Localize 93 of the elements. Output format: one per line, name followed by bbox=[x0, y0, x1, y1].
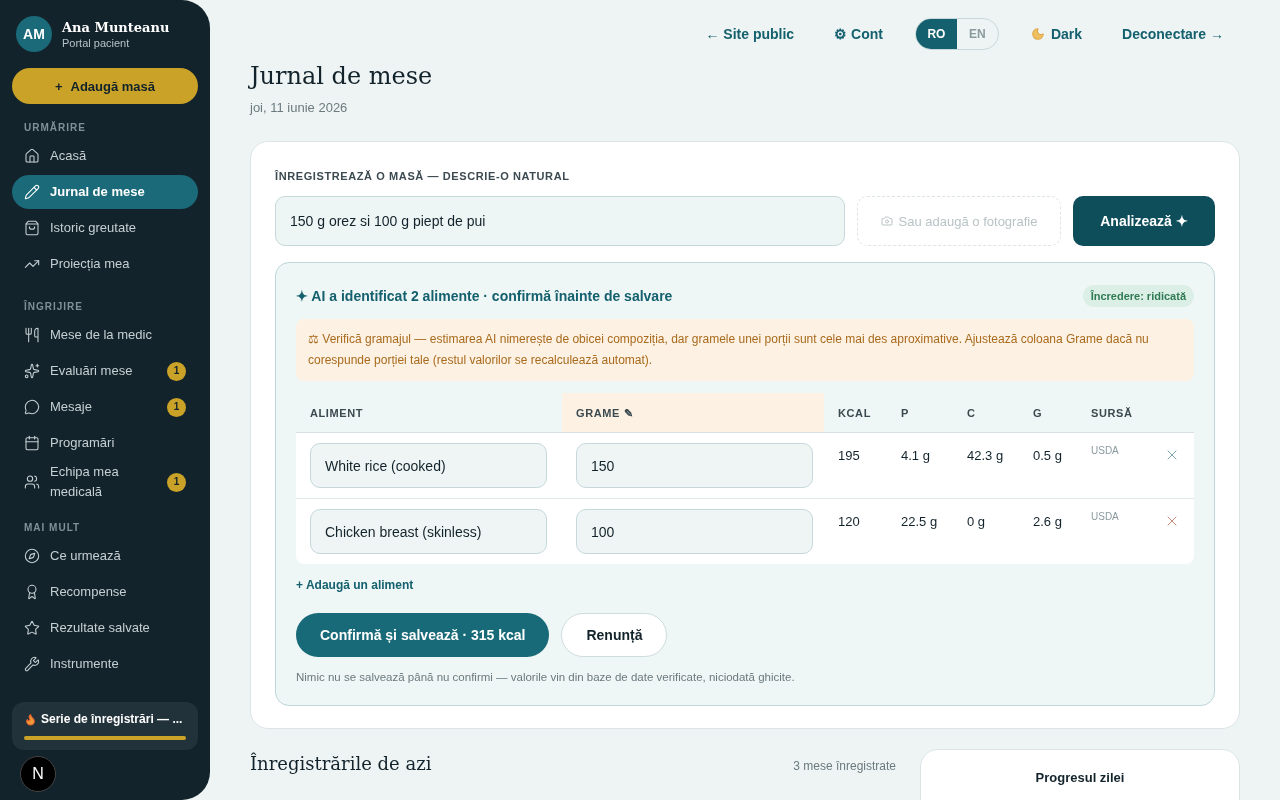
nav-label: Recompense bbox=[50, 583, 128, 601]
count-badge: 1 bbox=[167, 361, 186, 381]
nav-label: Mese de la medic bbox=[50, 326, 153, 344]
food-input[interactable]: Chicken breast (skinless) bbox=[310, 509, 547, 554]
table-cell-text: 120 bbox=[837, 513, 861, 531]
nav-label: Jurnal de mese bbox=[50, 183, 146, 201]
nav-item[interactable]: Rezultate salvate bbox=[12, 611, 198, 645]
table-cell-text: 4.1 g bbox=[900, 447, 931, 465]
food-input[interactable]: White rice (cooked) bbox=[310, 443, 547, 488]
section-heading: Înregistrările de azi bbox=[250, 753, 432, 774]
nav-item[interactable]: Echipa mea medicală 1 bbox=[12, 462, 198, 502]
sparkle-icon bbox=[24, 363, 40, 379]
pencil-icon bbox=[24, 184, 40, 200]
nav-label: Programări bbox=[50, 434, 116, 452]
meal-input[interactable]: 150 g orez si 100 g piept de pui bbox=[275, 196, 845, 246]
user-name: Ana Munteanu bbox=[62, 19, 170, 35]
panel-title: ✦ AI a identificat 2 alimente · confirmă înainte de salvare bbox=[296, 288, 673, 304]
column-header: G bbox=[1032, 406, 1044, 421]
flame-icon bbox=[24, 712, 37, 726]
source-cell-text: USDA bbox=[1090, 444, 1120, 458]
nav-label: Echipa mea medicală bbox=[50, 463, 120, 501]
nav-item[interactable]: Acasă bbox=[12, 139, 198, 173]
camera-icon bbox=[880, 215, 893, 227]
page-date: joi, 11 iunie 2026 bbox=[250, 100, 349, 115]
streak-label: Serie de înregistrări — ... bbox=[41, 712, 183, 726]
nav-label: Ce urmează bbox=[50, 547, 122, 565]
nav-item[interactable]: Jurnal de mese bbox=[12, 175, 198, 209]
nav-item[interactable]: Evaluări mese 1 bbox=[12, 354, 198, 388]
moon-icon bbox=[1030, 27, 1045, 41]
cancel-button[interactable]: Renunță bbox=[561, 613, 668, 657]
people-icon bbox=[24, 474, 40, 490]
grams-input[interactable]: 150 bbox=[576, 443, 813, 488]
user-role: Portal pacient bbox=[62, 36, 131, 49]
column-header: SURSĂ bbox=[1090, 406, 1134, 421]
nav-label: Mesaje bbox=[50, 398, 93, 416]
nav-link[interactable]: Deconectare → bbox=[1122, 26, 1224, 42]
nav-label: Proiecția mea bbox=[50, 255, 131, 273]
section-title: ÎNGRIJIRE bbox=[24, 301, 84, 312]
nav-item[interactable]: Mesaje 1 bbox=[12, 390, 198, 424]
nav-item[interactable]: Recompense bbox=[12, 575, 198, 609]
add-food-link[interactable]: + Adaugă un aliment bbox=[296, 578, 414, 592]
nav-item[interactable]: Istoric greutate bbox=[12, 211, 198, 245]
column-header: GRAME ✎ bbox=[562, 393, 824, 432]
count-badge: 1 bbox=[167, 472, 186, 492]
source-cell-text: USDA bbox=[1090, 510, 1120, 524]
calendar-icon bbox=[24, 435, 40, 451]
star-icon bbox=[24, 620, 40, 636]
column-header: C bbox=[966, 406, 977, 421]
table-cell-text: 0 g bbox=[966, 513, 987, 531]
count-badge: 1 bbox=[167, 397, 186, 417]
nav-item[interactable]: Ce urmează bbox=[12, 539, 198, 573]
nav-item[interactable]: Mese de la medic bbox=[12, 318, 198, 352]
nav-label: Istoric greutate bbox=[50, 219, 137, 237]
table-cell-text: 42.3 g bbox=[966, 447, 1005, 465]
nav-link[interactable]: ← Site public bbox=[705, 26, 795, 42]
grams-input[interactable]: 100 bbox=[576, 509, 813, 554]
ribbon-icon bbox=[24, 584, 40, 600]
language-toggle[interactable]: RO bbox=[915, 19, 957, 49]
nav-link[interactable]: Dark bbox=[1030, 26, 1083, 42]
nav-label: Evaluări mese bbox=[50, 362, 134, 380]
utensils-icon bbox=[24, 327, 40, 343]
meal-count: 3 mese înregistrate bbox=[793, 759, 896, 773]
column-header: ALIMENT bbox=[309, 406, 365, 421]
column-header: KCAL bbox=[837, 406, 872, 421]
nav-label: Instrumente bbox=[50, 655, 120, 673]
home-icon bbox=[24, 148, 40, 164]
nav-label: Acasă bbox=[50, 147, 88, 165]
table-cell-text: 2.6 g bbox=[1032, 513, 1063, 531]
table-cell-text: 195 bbox=[837, 447, 861, 465]
analyze-button[interactable]: Analizează ✦ bbox=[1073, 196, 1215, 246]
add-meal-button[interactable]: + Adaugă masă bbox=[12, 68, 198, 104]
nav-label: Rezultate salvate bbox=[50, 619, 151, 637]
nav-link[interactable]: ⚙ Cont bbox=[834, 26, 883, 42]
compass-icon bbox=[24, 548, 40, 564]
chat-icon bbox=[24, 399, 40, 415]
confirm-button[interactable]: Confirmă și salvează · 315 kcal bbox=[296, 613, 550, 657]
floating-button[interactable]: N bbox=[20, 756, 56, 792]
avatar: AM bbox=[16, 16, 52, 52]
wrench-icon bbox=[24, 656, 40, 672]
nav-item[interactable]: Programări bbox=[12, 426, 198, 460]
page-title: Jurnal de mese bbox=[250, 62, 434, 90]
section-title: URMĂRIRE bbox=[24, 122, 87, 133]
nav-item[interactable]: Instrumente bbox=[12, 647, 198, 681]
footnote: Nimic nu se salvează până nu confirmi — valorile vin din baze de date verificate, niciodată ghicite. bbox=[296, 671, 796, 683]
table-cell-text: 0.5 g bbox=[1032, 447, 1063, 465]
card-label: ÎNREGISTREAZĂ O MASĂ — DESCRIE-O NATURAL bbox=[275, 170, 571, 182]
nav-item[interactable]: Proiecția mea bbox=[12, 247, 198, 281]
card-title: Progresul zilei bbox=[1035, 770, 1125, 787]
confidence-badge: Încredere: ridicată bbox=[1082, 285, 1194, 307]
column-header: P bbox=[900, 406, 910, 421]
warning-note: ⚖ Verifică gramajul — estimarea AI nimerește de obicei compoziția, dar gramele unei porții sunt cele mai des aproximative. Ajustează coloana Grame dacă nu corespunde porției tale (restul valorilor se recalculează automat). bbox=[296, 319, 1194, 381]
table-cell-text: 22.5 g bbox=[900, 513, 939, 531]
section-title: MAI MULT bbox=[24, 522, 82, 533]
